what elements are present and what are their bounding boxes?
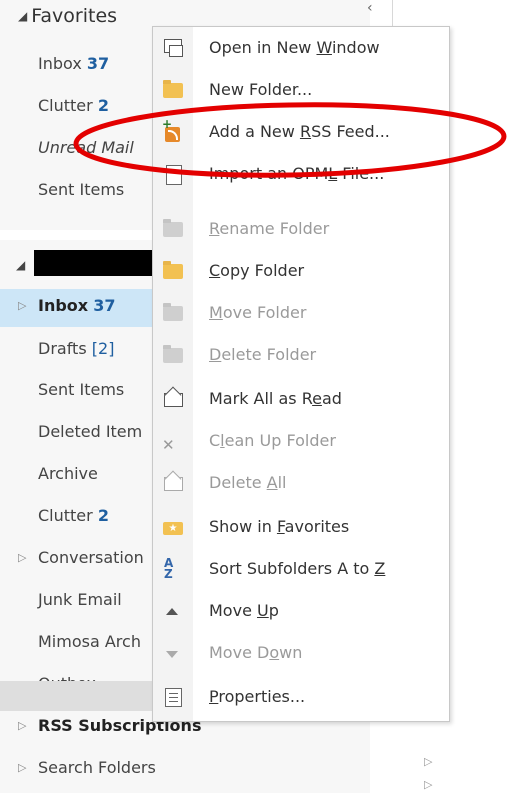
menu-item-show-in-favorites[interactable]: ★ Show in Favorites [153, 508, 449, 546]
folder-name: Mimosa Arch [38, 632, 141, 651]
menu-item-rename-folder[interactable]: Rename Folder [153, 210, 449, 248]
rename-folder-icon [162, 218, 184, 240]
unread-count: 2 [97, 96, 109, 115]
menu-item-delete-folder[interactable]: Delete Folder [153, 336, 449, 374]
expand-search-folders-icon[interactable]: ▷ [18, 761, 26, 774]
delete-folder-icon [162, 344, 184, 366]
move-up-icon [162, 600, 184, 622]
favorite-unread-mail[interactable]: Unread Mail [38, 138, 134, 157]
favorite-inbox[interactable]: Inbox 37 [38, 54, 109, 73]
redacted-account-name [34, 250, 154, 276]
menu-item-label: Open in New Window [209, 38, 380, 57]
folder-name: Conversation [38, 548, 144, 567]
folder-icon [162, 79, 184, 101]
menu-item-import-opml[interactable]: Import an OPML File... [153, 155, 449, 193]
folder-name: Sent Items [38, 180, 125, 199]
folder-sent-items[interactable]: Sent Items [38, 380, 124, 399]
favorite-sent-items[interactable]: Sent Items [38, 180, 124, 199]
menu-item-label: Move Up [209, 601, 279, 620]
favorites-header-label: Favorites [31, 5, 118, 27]
folder-conversation-history[interactable]: Conversation [38, 548, 144, 567]
menu-item-label: Clean Up Folder [209, 431, 336, 450]
folder-search-folders[interactable]: Search Folders [38, 758, 156, 777]
unread-count: 37 [93, 296, 116, 315]
folder-drafts[interactable]: Drafts [2] [38, 339, 114, 358]
menu-item-label: Move Folder [209, 303, 307, 322]
menu-item-label: Properties... [209, 687, 306, 706]
unread-count: 2 [97, 506, 109, 525]
favorite-clutter[interactable]: Clutter 2 [38, 96, 109, 115]
menu-item-sort-subfolders[interactable]: AZ Sort Subfolders A to Z [153, 550, 449, 588]
folder-clutter[interactable]: Clutter 2 [38, 506, 109, 525]
menu-item-label: Delete Folder [209, 345, 317, 364]
menu-item-label: Rename Folder [209, 219, 330, 238]
menu-item-label: Import an OPML File... [209, 164, 385, 183]
sort-az-icon: AZ [164, 556, 174, 581]
menu-item-properties[interactable]: Properties... [153, 678, 449, 716]
favorites-header[interactable]: ◢ Favorites [18, 5, 117, 27]
folder-name: Unread Mail [38, 138, 134, 157]
new-window-icon [162, 37, 184, 59]
folder-name: Deleted Item [38, 422, 143, 441]
expand-rss-icon[interactable]: ▷ [18, 719, 26, 732]
folder-name: Inbox [38, 54, 82, 73]
menu-item-label: New Folder... [209, 80, 313, 99]
menu-item-label: Add a New RSS Feed... [209, 122, 390, 141]
import-file-icon [162, 163, 184, 185]
folder-context-menu: Open in New Window New Folder... + Add a… [152, 26, 450, 722]
menu-item-copy-folder[interactable]: Copy Folder [153, 252, 449, 290]
menu-item-move-down[interactable]: Move Down [153, 634, 449, 672]
collapse-pane-icon[interactable]: ‹ [367, 0, 373, 16]
folder-junk-email[interactable]: Junk Email [38, 590, 122, 609]
envelope-open-icon [162, 388, 184, 410]
folder-name: Archive [38, 464, 98, 483]
folder-name: Inbox [38, 296, 89, 315]
expand-arrow-icon[interactable]: ▷ [424, 755, 432, 768]
clean-up-icon: ✕ [162, 436, 175, 454]
folder-mimosa-archive[interactable]: Mimosa Arch [38, 632, 141, 651]
menu-item-mark-all-read[interactable]: Mark All as Read [153, 380, 449, 418]
menu-item-open-in-new-window[interactable]: Open in New Window [153, 29, 449, 67]
menu-item-move-folder[interactable]: Move Folder [153, 294, 449, 332]
folder-name: Drafts [38, 339, 87, 358]
folder-name: Clutter [38, 96, 93, 115]
menu-item-clean-up-folder[interactable]: ✕ Clean Up Folder [153, 422, 449, 460]
folder-inbox[interactable]: Inbox 37 [38, 296, 115, 315]
rss-feed-icon: + [162, 117, 184, 143]
move-down-icon [162, 642, 184, 664]
folder-name: Junk Email [38, 590, 122, 609]
draft-count: [2] [91, 339, 115, 358]
unread-count: 37 [86, 54, 110, 73]
menu-item-label: Show in Favorites [209, 517, 350, 536]
folder-deleted-items[interactable]: Deleted Item [38, 422, 142, 441]
menu-item-label: Sort Subfolders A to Z [209, 559, 386, 578]
move-folder-icon [162, 302, 184, 324]
menu-item-move-up[interactable]: Move Up [153, 592, 449, 630]
menu-item-add-rss-feed[interactable]: + Add a New RSS Feed... [153, 113, 449, 151]
properties-icon [162, 686, 184, 708]
menu-item-label: Delete All [209, 473, 287, 492]
menu-item-label: Move Down [209, 643, 303, 662]
copy-folder-icon [162, 260, 184, 282]
menu-item-label: Mark All as Read [209, 389, 342, 408]
account-collapse-icon[interactable]: ◢ [16, 258, 25, 272]
folder-name: Search Folders [38, 758, 156, 777]
menu-item-delete-all[interactable]: Delete All [153, 464, 449, 502]
expand-arrow-icon[interactable]: ▷ [424, 778, 432, 791]
expand-conversation-icon[interactable]: ▷ [18, 551, 26, 564]
menu-item-label: Copy Folder [209, 261, 305, 280]
expand-inbox-icon[interactable]: ▷ [18, 299, 26, 312]
folder-name: Sent Items [38, 380, 125, 399]
menu-item-new-folder[interactable]: New Folder... [153, 71, 449, 109]
collapse-triangle-icon[interactable]: ◢ [18, 9, 27, 23]
delete-all-icon [162, 472, 184, 494]
folder-name: Clutter [38, 506, 93, 525]
folder-archive[interactable]: Archive [38, 464, 98, 483]
favorites-folder-icon: ★ [162, 516, 184, 538]
